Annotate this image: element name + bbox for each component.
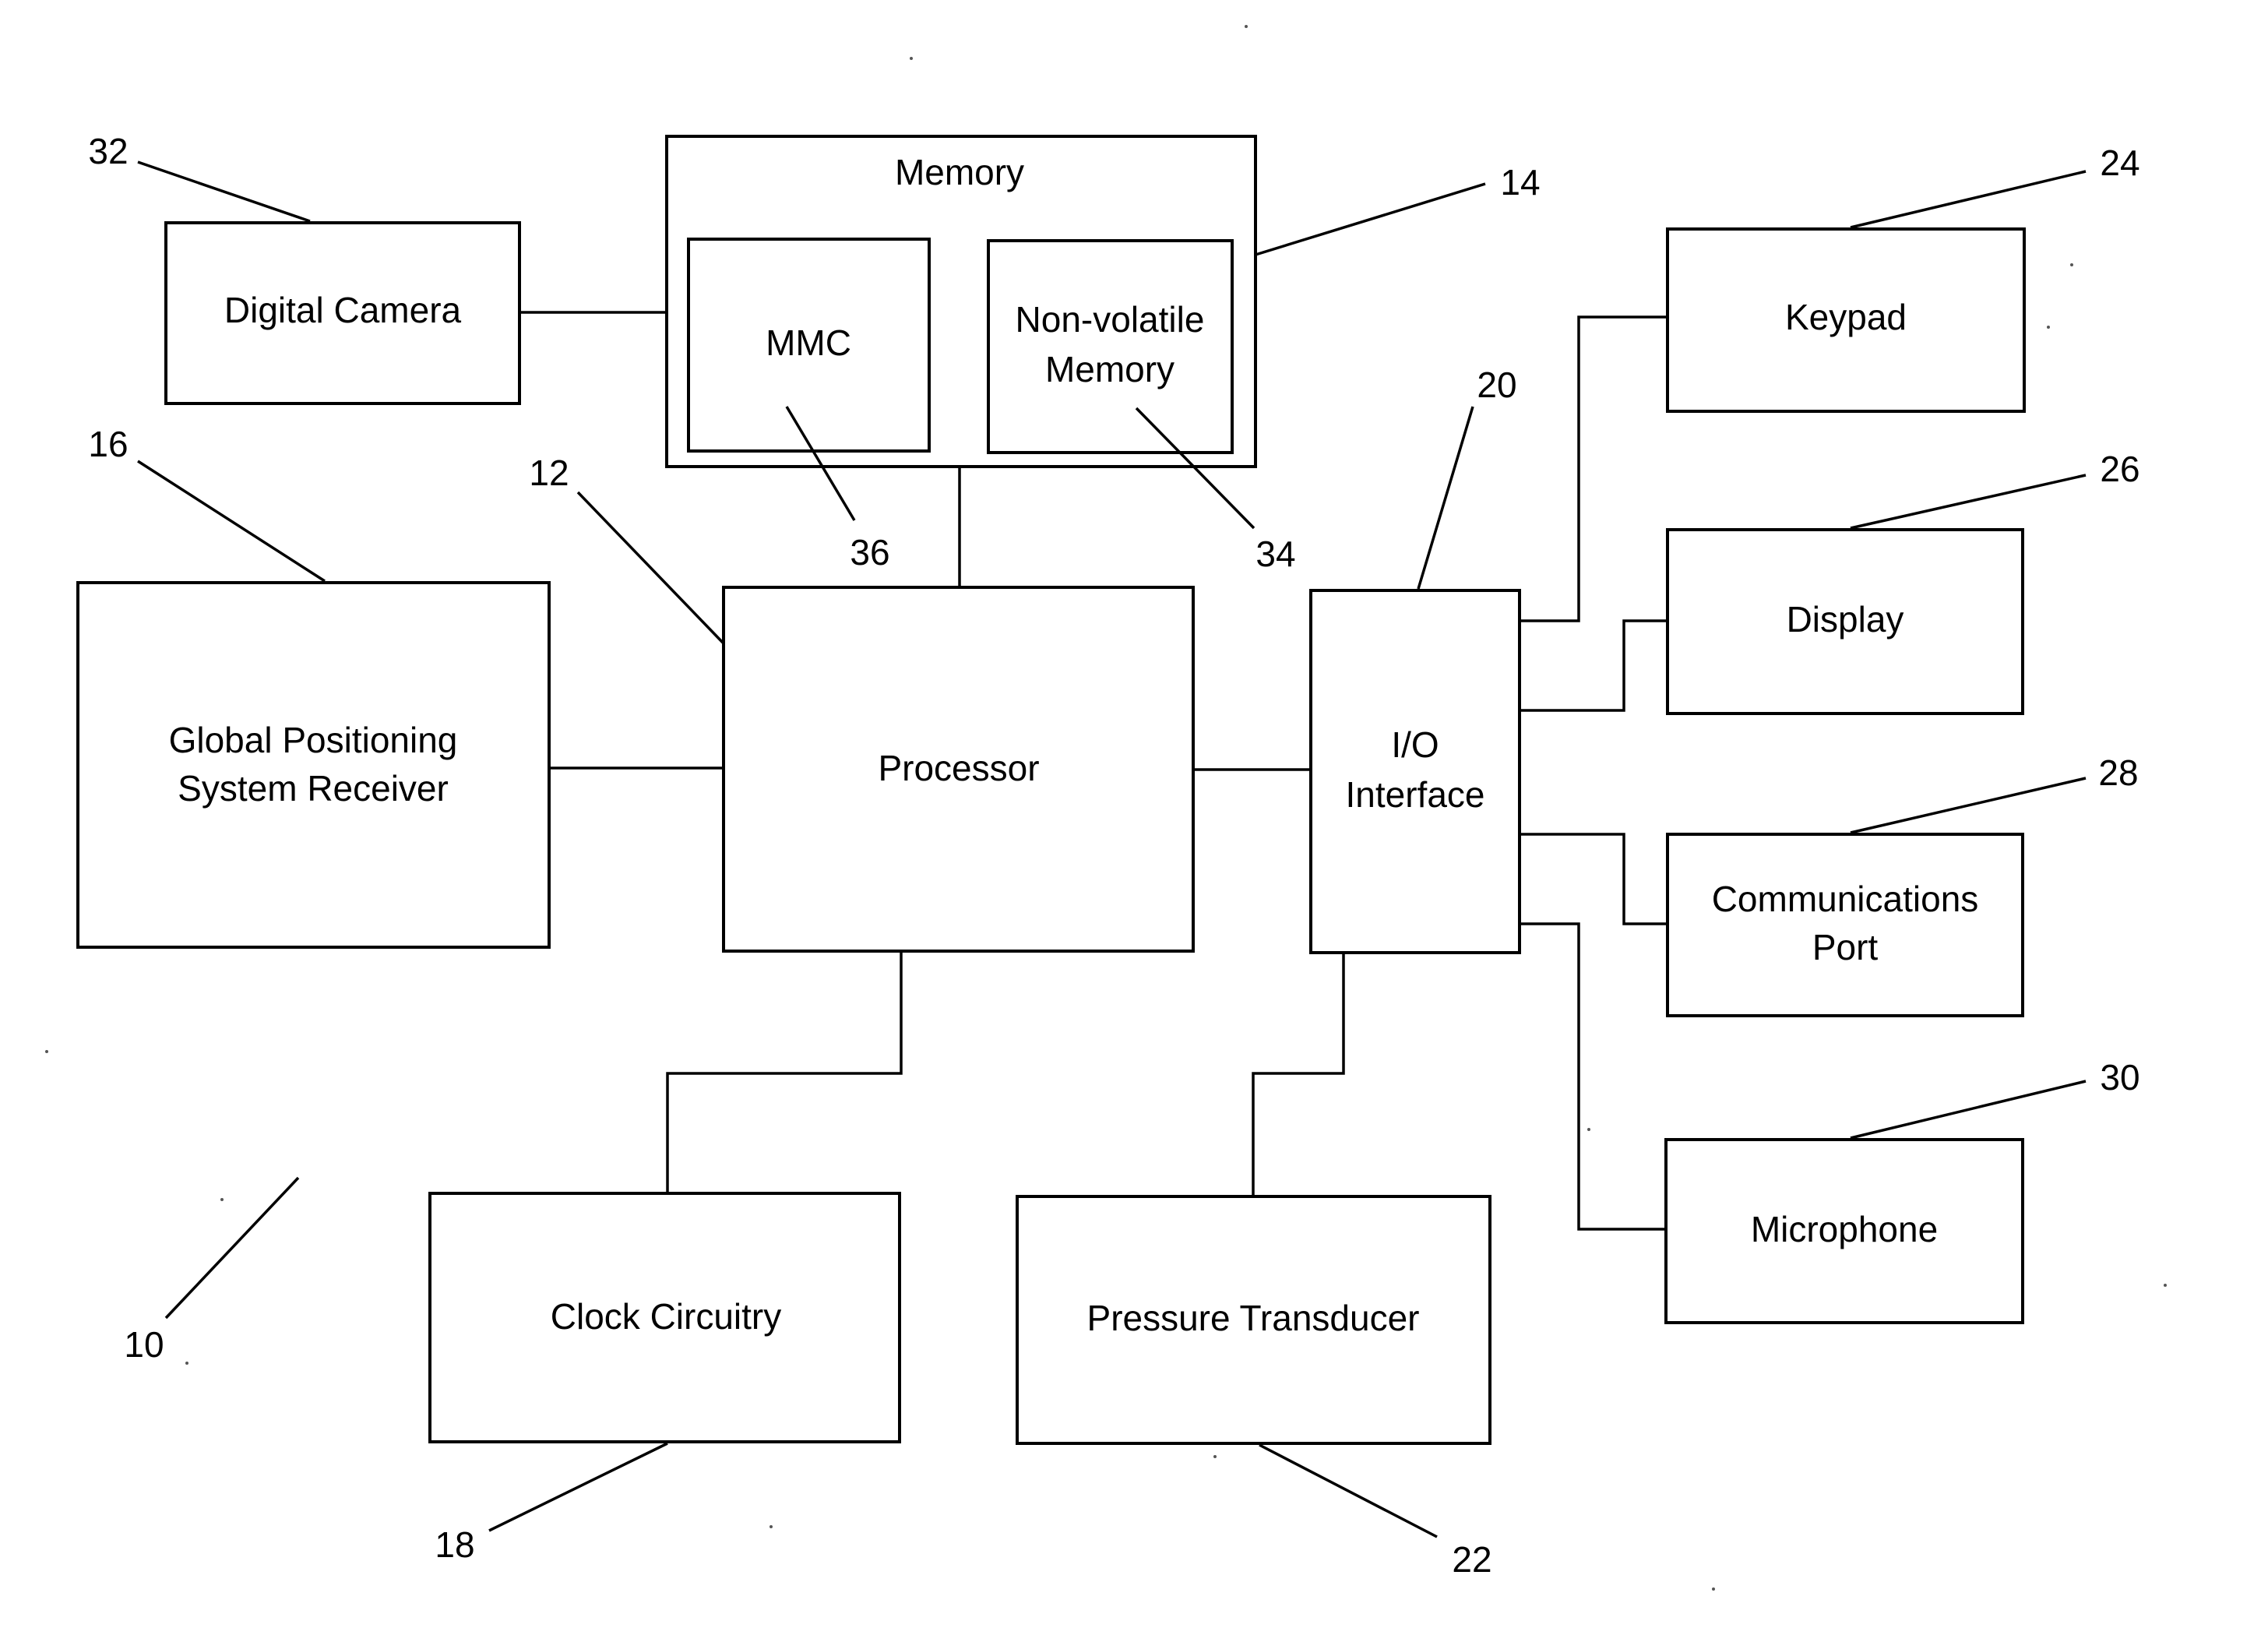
wire-io-comm-port	[1520, 833, 1668, 925]
leader-18	[488, 1442, 668, 1532]
ref-numeral-36: 36	[850, 532, 889, 573]
block-label: Communications	[1712, 879, 1979, 919]
ref-numeral-28: 28	[2098, 752, 2138, 793]
ref-numeral-18: 18	[435, 1524, 474, 1565]
wire-io-microphone	[1520, 922, 1666, 1231]
block-mmc: MMC	[687, 238, 931, 453]
block-pressure-transducer: Pressure Transducer	[1016, 1195, 1491, 1445]
leader-12	[576, 491, 725, 645]
block-label: Port	[1812, 927, 1879, 967]
block-microphone: Microphone	[1664, 1138, 2024, 1324]
ref-numeral-16: 16	[88, 424, 128, 464]
block-label: Processor	[878, 748, 1039, 788]
block-label: Interface	[1346, 774, 1485, 815]
block-label: Digital Camera	[224, 290, 462, 330]
ref-numeral-32: 32	[88, 131, 128, 171]
ref-numeral-14: 14	[1500, 162, 1540, 203]
block-keypad: Keypad	[1666, 227, 2026, 413]
block-label: Memory	[1045, 349, 1174, 389]
block-label: System Receiver	[178, 768, 449, 809]
leader-14	[1255, 182, 1486, 256]
ref-numeral-12: 12	[529, 453, 569, 493]
wire-io-pressure	[1252, 953, 1345, 1196]
block-label: Non-volatile	[1016, 299, 1205, 340]
leader-24	[1850, 170, 2087, 229]
leader-32	[137, 160, 311, 223]
block-diagram: Digital Camera Memory MMC Non-volatile M…	[45, 25, 2167, 1591]
wire-processor-clock	[666, 951, 903, 1193]
block-digital-camera: Digital Camera	[164, 221, 521, 405]
block-label: I/O	[1391, 724, 1439, 765]
block-label: Pressure Transducer	[1087, 1298, 1420, 1338]
leader-16	[137, 460, 326, 583]
ref-numeral-22: 22	[1452, 1539, 1491, 1580]
leader-28	[1850, 777, 2087, 834]
block-non-volatile-memory: Non-volatile Memory	[987, 239, 1234, 454]
ref-numeral-26: 26	[2100, 449, 2139, 489]
block-display: Display	[1666, 528, 2024, 715]
wire-io-display	[1520, 619, 1668, 712]
block-label: Clock Circuitry	[551, 1296, 781, 1337]
leader-10	[164, 1176, 300, 1320]
block-processor: Processor	[722, 586, 1195, 953]
leader-20	[1417, 406, 1474, 590]
block-label: Display	[1787, 599, 1904, 640]
block-io-interface: I/O Interface	[1309, 589, 1521, 954]
leader-26	[1850, 474, 2087, 530]
block-label: Microphone	[1751, 1209, 1938, 1249]
block-label: Global Positioning	[169, 720, 458, 760]
ref-numeral-24: 24	[2100, 143, 2139, 183]
block-gps-receiver: Global Positioning System Receiver	[76, 581, 551, 949]
block-label: Memory	[895, 152, 1024, 192]
ref-numeral-10: 10	[124, 1324, 164, 1365]
ref-numeral-30: 30	[2100, 1057, 2139, 1098]
wire-io-keypad	[1520, 315, 1668, 622]
block-label: MMC	[766, 322, 851, 363]
ref-numeral-34: 34	[1256, 534, 1295, 574]
leader-30	[1850, 1080, 2087, 1140]
block-label: Keypad	[1785, 297, 1907, 337]
ref-numeral-20: 20	[1477, 365, 1516, 405]
leader-22	[1259, 1443, 1438, 1538]
block-communications-port: Communications Port	[1666, 833, 2024, 1017]
block-clock-circuitry: Clock Circuitry	[428, 1192, 901, 1443]
